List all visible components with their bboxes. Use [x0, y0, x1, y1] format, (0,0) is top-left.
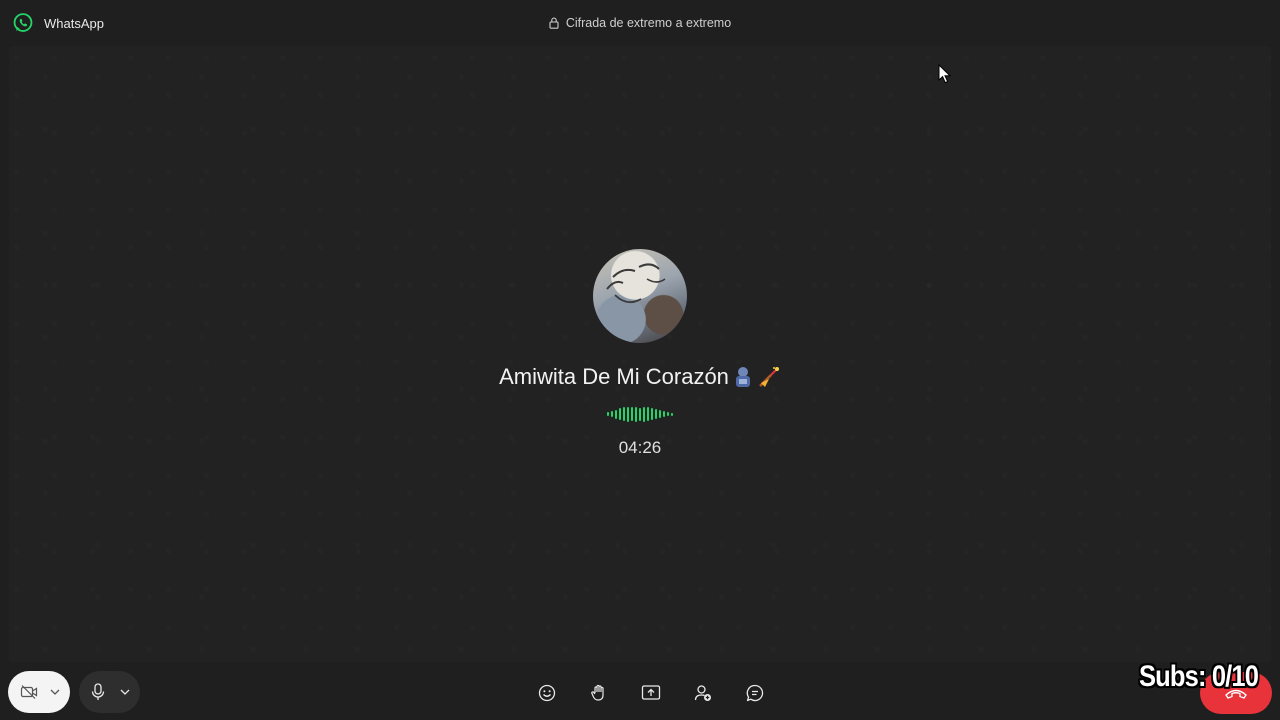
chat-icon[interactable] [746, 684, 764, 702]
subs-overlay: Subs: 0/10 [1138, 660, 1259, 693]
call-actions [534, 680, 768, 706]
reactions-button[interactable] [534, 680, 560, 706]
call-stage [9, 46, 1271, 662]
doll-emoji-icon [735, 367, 750, 387]
contact-name-row: Amiwita De Mi Corazón [0, 364, 1280, 390]
audio-waveform [604, 404, 676, 424]
encryption-notice: Cifrada de extremo a extremo [0, 16, 1280, 30]
emoji-icon[interactable] [538, 684, 556, 702]
contact-name: Amiwita De Mi Corazón [499, 364, 729, 389]
mic-icon[interactable] [91, 683, 105, 701]
contact-avatar [593, 249, 687, 343]
chevron-down-icon[interactable] [50, 688, 60, 696]
add-participant-button[interactable] [690, 680, 716, 706]
video-toggle[interactable] [8, 671, 70, 713]
encryption-label: Cifrada de extremo a extremo [565, 16, 732, 30]
add-person-icon[interactable] [694, 684, 712, 702]
chat-button[interactable] [742, 680, 768, 706]
camera-off-icon[interactable] [20, 684, 38, 700]
chevron-down-icon[interactable] [120, 688, 130, 696]
call-timer: 04:26 [618, 438, 662, 457]
lock-icon [549, 17, 559, 29]
title-bar: WhatsApp Cifrada de extremo a extremo [0, 0, 1280, 46]
share-screen-icon[interactable] [641, 684, 661, 702]
share-screen-button[interactable] [638, 680, 664, 706]
mic-toggle[interactable] [79, 671, 140, 713]
hand-icon[interactable] [590, 684, 608, 702]
mouse-cursor-icon [938, 64, 952, 84]
raise-hand-button[interactable] [586, 680, 612, 706]
sparkler-emoji-icon [759, 367, 779, 387]
